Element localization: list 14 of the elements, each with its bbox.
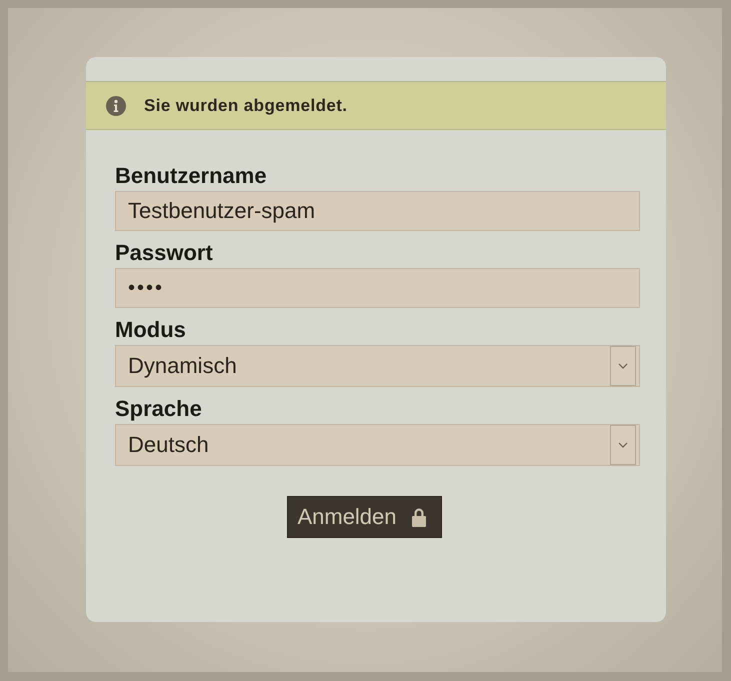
lock-icon	[410, 507, 427, 527]
caret-icon	[610, 346, 636, 386]
notice-text: Sie wurden abgemeldet.	[144, 96, 348, 116]
login-button[interactable]: Anmelden	[287, 496, 442, 538]
input-field[interactable]: Testbenutzer-spam	[115, 191, 640, 231]
caret-icon	[610, 425, 636, 465]
select-field[interactable]: Deutsch	[115, 424, 640, 466]
field-label: Benutzername	[115, 164, 268, 188]
field-label: Passwort	[115, 241, 214, 265]
password-field[interactable]: ••••	[115, 268, 640, 308]
field-label: Sprache	[115, 397, 203, 421]
field-label: Modus	[115, 318, 187, 342]
select-field[interactable]: Dynamisch	[115, 345, 640, 387]
info-icon	[106, 96, 126, 116]
